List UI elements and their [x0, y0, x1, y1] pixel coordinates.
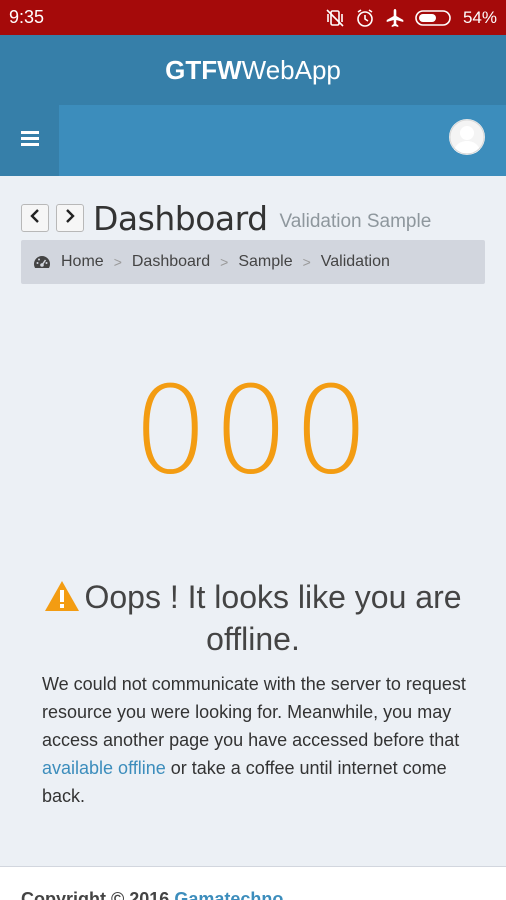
user-avatar[interactable] — [449, 119, 485, 155]
error-text-before: We could not communicate with the server… — [42, 674, 466, 750]
copyright-text: Copyright © 2016 — [21, 889, 175, 900]
footer: Copyright © 2016 Gamatechno — [0, 866, 506, 900]
sidebar-toggle-button[interactable] — [0, 105, 59, 176]
error-title: Oops ! It looks like you are offline. — [84, 579, 462, 657]
status-bar: 9:35 54% — [0, 0, 506, 35]
warning-icon — [44, 580, 80, 620]
page-title: Dashboard — [93, 198, 268, 238]
app-logo[interactable]: GTFW WebApp — [0, 35, 506, 105]
content-header: Dashboard Validation Sample — [21, 198, 485, 238]
company-link[interactable]: Gamatechno — [174, 889, 283, 900]
breadcrumb-validation: Validation — [320, 253, 390, 270]
logo-light-text: WebApp — [241, 54, 341, 85]
breadcrumb: Home > Dashboard > Sample > Validation — [21, 240, 485, 284]
breadcrumb-separator: > — [302, 254, 311, 270]
alarm-icon — [355, 8, 375, 28]
breadcrumb-separator: > — [220, 254, 229, 270]
breadcrumb-sample[interactable]: Sample — [238, 253, 292, 271]
breadcrumb-dashboard[interactable]: Dashboard — [132, 253, 210, 271]
back-button[interactable] — [21, 204, 49, 232]
chevron-left-icon — [29, 208, 41, 228]
error-code: 000 — [132, 362, 374, 501]
error-headline: Oops ! It looks like you are offline. — [30, 578, 476, 658]
top-navbar — [0, 105, 506, 176]
page-subtitle: Validation Sample — [279, 211, 432, 232]
dashboard-icon — [33, 254, 51, 270]
logo-bold-text: GTFW — [165, 54, 242, 85]
forward-button[interactable] — [56, 204, 84, 232]
vibrate-off-icon — [325, 8, 345, 27]
airplane-icon — [385, 8, 405, 28]
error-message: We could not communicate with the server… — [42, 670, 472, 810]
breadcrumb-separator: > — [113, 254, 122, 270]
hamburger-icon — [20, 130, 39, 151]
user-icon — [449, 119, 485, 155]
chevron-right-icon — [64, 208, 76, 228]
available-offline-link[interactable]: available offline — [42, 758, 166, 778]
status-time: 9:35 — [9, 7, 45, 27]
breadcrumb-home[interactable]: Home — [61, 253, 104, 271]
battery-percent: 54% — [462, 7, 497, 27]
battery-icon — [415, 9, 453, 26]
